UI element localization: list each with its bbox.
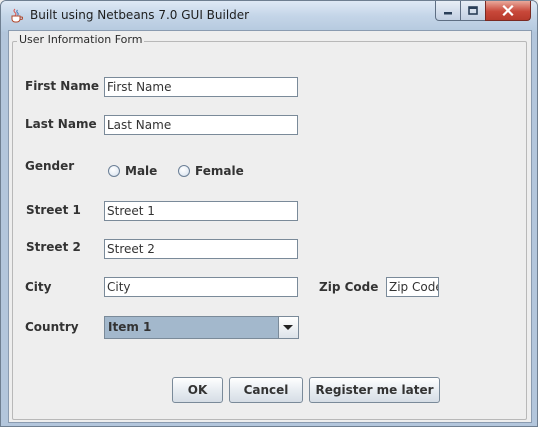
country-dropdown[interactable]: Item 1	[104, 316, 299, 339]
title-bar[interactable]: Built using Netbeans 7.0 GUI Builder	[1, 1, 537, 31]
first-name-field[interactable]: First Name	[104, 77, 298, 97]
zip-code-label: Zip Code	[319, 280, 379, 294]
window-title: Built using Netbeans 7.0 GUI Builder	[30, 8, 250, 22]
last-name-label: Last Name	[25, 117, 97, 131]
user-info-fieldset	[12, 41, 527, 420]
female-radio[interactable]	[178, 165, 190, 177]
minimize-icon	[444, 11, 452, 14]
app-window: Built using Netbeans 7.0 GUI Builder Use…	[0, 0, 538, 427]
male-radio[interactable]	[108, 165, 120, 177]
close-icon	[502, 5, 514, 16]
close-button[interactable]	[485, 1, 531, 21]
cancel-button[interactable]: Cancel	[229, 377, 303, 403]
chevron-down-icon	[283, 325, 293, 330]
last-name-field[interactable]: Last Name	[104, 115, 298, 135]
street2-field[interactable]: Street 2	[104, 239, 298, 259]
maximize-icon	[468, 5, 478, 15]
street1-label: Street 1	[26, 203, 81, 217]
country-selected-value: Item 1	[108, 320, 152, 334]
minimize-button[interactable]	[435, 1, 461, 21]
form-legend: User Information Form	[17, 33, 145, 46]
gender-label: Gender	[25, 159, 75, 173]
country-dropdown-button[interactable]	[278, 317, 298, 338]
street2-label: Street 2	[26, 240, 81, 254]
city-label: City	[25, 280, 52, 294]
female-radio-label[interactable]: Female	[195, 164, 244, 178]
country-label: Country	[25, 320, 79, 334]
city-field[interactable]: City	[104, 277, 298, 297]
male-radio-label[interactable]: Male	[125, 164, 157, 178]
first-name-label: First Name	[25, 79, 100, 93]
street1-field[interactable]: Street 1	[104, 201, 298, 221]
maximize-button[interactable]	[460, 1, 486, 21]
ok-button[interactable]: OK	[172, 377, 223, 403]
java-cup-icon	[11, 8, 23, 23]
zip-code-field[interactable]: Zip Code	[386, 277, 439, 297]
register-later-button[interactable]: Register me later	[309, 377, 440, 403]
